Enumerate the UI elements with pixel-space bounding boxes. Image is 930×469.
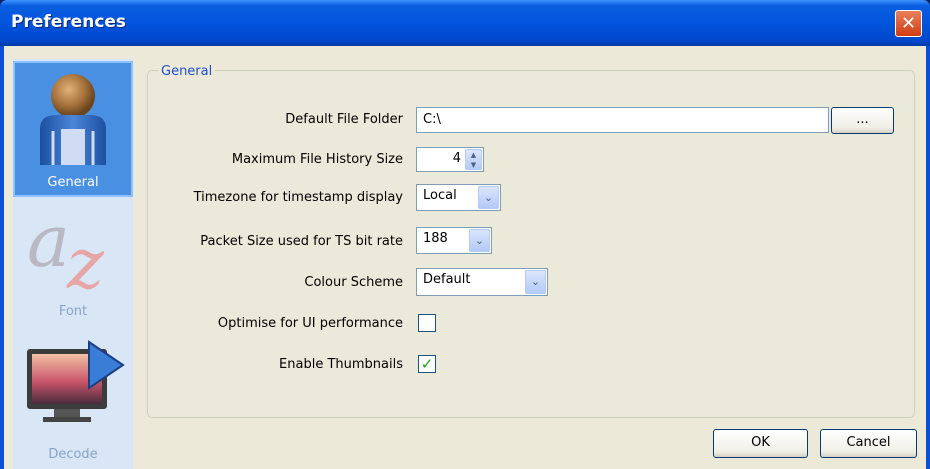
font-az-icon: a z xyxy=(27,204,105,294)
sidebar-item-label: Font xyxy=(58,304,88,319)
packet-size-value: 188 xyxy=(423,231,448,246)
close-button[interactable]: ✕ xyxy=(895,10,922,37)
spin-up-icon[interactable]: ▲ xyxy=(466,150,481,160)
decode-monitor-icon xyxy=(27,340,125,422)
checkmark-icon: ✓ xyxy=(420,355,434,373)
close-icon: ✕ xyxy=(900,13,917,34)
optimise-ui-checkbox[interactable] xyxy=(418,314,436,332)
preferences-window: Preferences ✕ General a z Font Decode Ge… xyxy=(0,0,930,469)
packet-size-select[interactable]: 188 ⌄ xyxy=(416,227,492,254)
spin-buttons[interactable]: ▲ ▼ xyxy=(465,149,482,170)
packet-size-label: Packet Size used for TS bit rate xyxy=(200,234,403,249)
timezone-select[interactable]: Local ⌄ xyxy=(416,184,501,211)
thumbnails-checkbox[interactable]: ✓ xyxy=(418,355,436,373)
browse-folder-button[interactable]: ... xyxy=(831,107,894,134)
svg-text:a: a xyxy=(27,204,70,283)
sidebar-item-label: Decode xyxy=(48,447,98,462)
history-size-value: 4 xyxy=(452,151,461,166)
general-group-legend: General xyxy=(158,64,216,79)
sidebar-item-font[interactable]: a z Font xyxy=(13,199,133,333)
colour-scheme-select[interactable]: Default ⌄ xyxy=(416,268,548,296)
colour-scheme-label: Colour Scheme xyxy=(304,275,403,290)
timezone-label: Timezone for timestamp display xyxy=(193,190,403,205)
default-folder-input[interactable]: C:\ xyxy=(416,107,829,133)
general-user-icon xyxy=(40,74,106,165)
chevron-down-icon[interactable]: ⌄ xyxy=(478,186,499,209)
svg-text:z: z xyxy=(66,223,105,294)
ok-button[interactable]: OK xyxy=(713,429,808,458)
spin-down-icon[interactable]: ▼ xyxy=(466,160,481,170)
thumbnails-label: Enable Thumbnails xyxy=(279,357,403,372)
history-size-spinbox[interactable]: 4 ▲ ▼ xyxy=(416,147,484,172)
window-frame-right xyxy=(926,46,930,469)
cancel-button[interactable]: Cancel xyxy=(820,429,917,458)
chevron-down-icon[interactable]: ⌄ xyxy=(469,229,490,252)
history-size-label: Maximum File History Size xyxy=(231,152,403,167)
title-bar[interactable]: Preferences ✕ xyxy=(0,0,930,46)
window-title: Preferences xyxy=(11,12,127,32)
optimise-ui-label: Optimise for UI performance xyxy=(217,316,403,331)
chevron-down-icon[interactable]: ⌄ xyxy=(525,270,546,294)
sidebar-item-decode[interactable]: Decode xyxy=(13,335,133,469)
timezone-value: Local xyxy=(423,188,457,203)
sidebar-item-general[interactable]: General xyxy=(13,61,133,197)
default-folder-label: Default File Folder xyxy=(285,112,403,127)
sidebar-item-label: General xyxy=(47,175,99,190)
colour-scheme-value: Default xyxy=(423,272,471,287)
category-sidebar: General a z Font Decode xyxy=(13,59,133,469)
